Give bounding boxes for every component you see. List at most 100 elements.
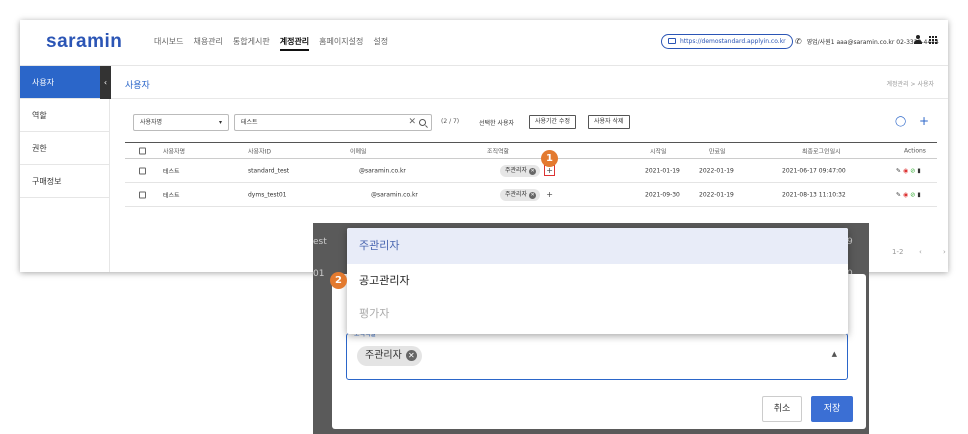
option-main-admin[interactable]: 주관리자 [347,228,848,264]
phone-icon: ✆ [795,37,802,46]
check-icon[interactable]: ⊘ [910,191,915,198]
nav-recruit[interactable]: 채용관리 [193,36,222,51]
sidebar-collapse-button[interactable]: ‹ [100,66,111,99]
cell-start: 2021-09-30 [645,191,680,198]
search-type-value: 사용자명 [140,119,163,126]
sidebar-item-permissions[interactable]: 권한 [20,132,109,165]
option-posting-admin[interactable]: 공고관리자 [347,264,848,297]
cancel-button[interactable]: 취소 [762,396,802,422]
check-icon[interactable]: ⊘ [910,167,915,174]
callout-badge-2: 2 [330,272,347,289]
clear-icon[interactable]: ✕ [408,115,416,130]
role-chip-label: 주관리자 [505,190,528,198]
column-header: 최종로그인일시 [802,148,841,155]
edit-icon[interactable]: ✎ [896,191,901,198]
role-chip: 주관리자 ✕ [500,188,541,201]
table-header: 사용자명 사용자ID 이메일 조직역할 시작일 만료일 최종로그인일시 Acti… [125,142,937,159]
users-table: 사용자명 사용자ID 이메일 조직역할 시작일 만료일 최종로그인일시 Acti… [125,142,937,207]
role-chip-label: 주관리자 [505,166,528,174]
row-checkbox[interactable] [139,191,146,198]
stop-icon[interactable]: ◉ [903,191,908,198]
prev-page-button[interactable]: ‹ [919,248,922,256]
role-chip: 주관리자 ✕ [500,164,541,177]
cell-name: 테스트 [163,168,180,175]
cell-end: 2022-01-19 [699,167,734,174]
next-page-button[interactable]: › [943,248,946,256]
extend-period-button[interactable]: 사용기간 수정 [529,115,577,129]
callout-badge-1: 1 [541,150,558,167]
sidebar: 사용자 역할 권한 구매정보 [20,66,110,272]
cell-name: 테스트 [163,192,180,199]
selected-role-label: 주관리자 [365,350,402,361]
caret-up-icon[interactable]: ▲ [832,350,837,358]
option-evaluator[interactable]: 평가자 [347,297,848,330]
select-all-checkbox[interactable] [139,147,146,154]
table-row[interactable]: 테스트 standard_test @saramin.co.kr 주관리자 ✕ + … [125,159,937,183]
app-grid-icon[interactable] [929,36,937,44]
stop-icon[interactable]: ◉ [903,167,908,174]
result-count: (2 / 7) [441,118,460,125]
cell-id: standard_test [248,167,290,174]
search-type-select[interactable]: 사용자명 ▾ [133,114,229,131]
column-header: 조직역할 [487,148,510,155]
column-header: 사용자ID [248,148,271,155]
main-nav: 대시보드 채용관리 통합게시판 계정관리 홈페이지설정 설정 [154,36,398,51]
nav-settings[interactable]: 설정 [373,36,388,51]
remove-icon[interactable]: ✕ [405,350,417,361]
sidebar-item-roles[interactable]: 역할 [20,99,109,132]
cell-end: 2022-01-19 [699,191,734,198]
selected-role-chip: 주관리자 ✕ [357,346,422,366]
column-header: Actions [904,147,926,154]
saramin-logo[interactable]: saramin [46,31,122,53]
background-fragment: 01 [313,269,325,279]
filter-bar: 사용자명 ▾ 테스트 ✕ (2 / 7) 선택한 사용자 사용기간 수정 사용자… [133,114,933,132]
cell-start: 2021-01-19 [645,167,680,174]
cell-role: 주관리자 ✕ + [500,188,555,201]
add-user-icon[interactable]: + [919,114,929,128]
remove-icon[interactable]: ✕ [529,167,537,175]
search-input-value: 테스트 [241,119,258,126]
selected-users-label: 선택한 사용자 [479,120,515,127]
nav-board[interactable]: 통합게시판 [233,36,270,51]
delete-icon[interactable]: ▮ [917,191,920,198]
row-checkbox[interactable] [139,167,146,174]
delete-icon[interactable]: ▮ [917,167,920,174]
sidebar-item-users[interactable]: 사용자 [20,66,109,99]
download-icon[interactable]: ◯ [895,116,906,127]
role-dropdown-menu: 주관리자 공고관리자 평가자 [347,228,848,334]
breadcrumb: 계정관리 > 사용자 [886,81,934,88]
edit-icon[interactable]: ✎ [896,167,901,174]
nav-homepage[interactable]: 홈페이지설정 [319,36,363,51]
cell-email: @saramin.co.kr [359,167,406,174]
search-input[interactable]: 테스트 ✕ [234,114,432,131]
sidebar-item-purchase[interactable]: 구매정보 [20,165,109,198]
save-button[interactable]: 저장 [811,396,853,422]
add-role-button[interactable]: + [544,189,555,200]
top-bar: saramin 대시보드 채용관리 통합게시판 계정관리 홈페이지설정 설정 h… [20,20,948,66]
row-actions: ✎ ◉ ⊘ ▮ [896,167,923,174]
nav-dashboard[interactable]: 대시보드 [154,36,183,51]
cell-last-login: 2021-08-13 11:10:32 [782,191,846,198]
cell-email: @saramin.co.kr [371,191,418,198]
monitor-icon [668,38,676,44]
remove-icon[interactable]: ✕ [529,191,537,199]
pagination-range: 1-2 [892,248,904,256]
nav-account[interactable]: 계정관리 [279,36,310,51]
site-url-link[interactable]: https://demostandard.applyin.co.kr [661,34,793,49]
caret-down-icon: ▾ [218,119,222,126]
search-icon[interactable] [419,119,426,126]
site-url-text: https://demostandard.applyin.co.kr [680,38,786,45]
table-row[interactable]: 테스트 dyms_test01 @saramin.co.kr 주관리자 ✕ + 20… [125,183,937,207]
background-fragment: est [313,237,327,247]
page-title: 사용자 [125,81,150,91]
role-select-field[interactable]: 조직역할 주관리자 ✕ ▲ [346,329,848,380]
divider [111,98,948,99]
cell-id: dyms_test01 [248,191,287,198]
cell-last-login: 2021-06-17 09:47:00 [782,167,846,174]
column-header: 이메일 [350,148,367,155]
column-header: 만료일 [709,148,726,155]
user-icon[interactable] [914,35,922,45]
column-header: 사용자명 [163,148,186,155]
column-header: 시작일 [650,148,667,155]
delete-user-button[interactable]: 사용자 삭제 [588,115,630,129]
